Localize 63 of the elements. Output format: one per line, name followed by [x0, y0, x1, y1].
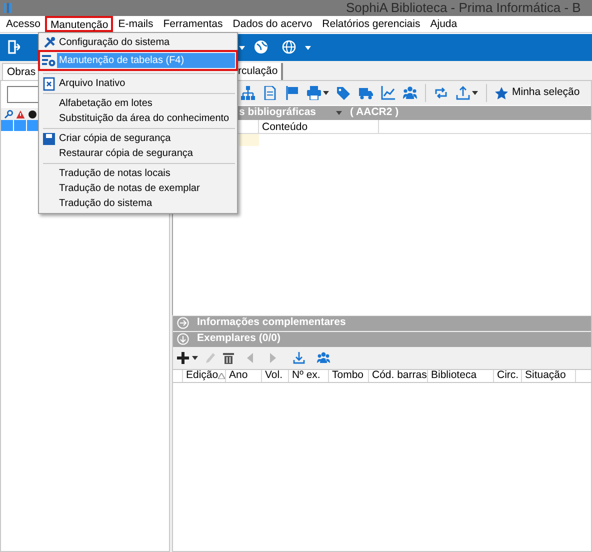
exit-door-icon[interactable]: [8, 40, 20, 54]
window-title: SophiA Biblioteca - Prima Informática - B: [346, 0, 581, 16]
menu-item[interactable]: Criar cópia de segurança: [57, 131, 235, 146]
warning-icon: [16, 110, 25, 118]
chart-icon[interactable]: [381, 86, 395, 100]
document-icon[interactable]: [263, 86, 277, 100]
column-header[interactable]: Nº ex.: [289, 370, 329, 382]
ball-icon[interactable]: [254, 40, 268, 54]
menu-item[interactable]: Relatórios gerenciais: [317, 16, 426, 32]
books-icon: [3, 2, 15, 14]
dot-icon: [28, 110, 37, 118]
caret-icon[interactable]: [192, 356, 198, 360]
my-selection-button[interactable]: Minha seleção: [495, 85, 580, 101]
menu-item[interactable]: Substituição da área do conhecimento: [57, 111, 235, 126]
archive-icon: [43, 76, 55, 90]
caret-icon[interactable]: [305, 46, 311, 50]
menu-item[interactable]: Tradução de notas locais: [57, 166, 235, 181]
menu-item[interactable]: Configuração do sistema: [57, 35, 235, 50]
star-icon: [495, 86, 508, 100]
sort-arrow-icon: [218, 372, 226, 378]
menu-item[interactable]: E-mails: [113, 16, 158, 32]
menu-item[interactable]: Tradução do sistema: [57, 196, 235, 211]
menu-item[interactable]: Manutenção: [45, 16, 114, 32]
menu-item[interactable]: Tradução de notas de exemplar: [57, 181, 235, 196]
column-header[interactable]: Biblioteca: [428, 370, 494, 382]
caret-icon[interactable]: [472, 91, 478, 95]
caret-icon[interactable]: [323, 91, 329, 95]
grid-cell[interactable]: [239, 134, 259, 146]
column-header[interactable]: Edição: [183, 370, 226, 382]
printer-icon[interactable]: [307, 86, 321, 100]
download-icon[interactable]: [293, 352, 305, 364]
column-header[interactable]: Vol.: [262, 370, 289, 382]
upload-icon[interactable]: [456, 86, 470, 100]
column-header[interactable]: Tombo: [329, 370, 369, 382]
trash-icon[interactable]: [223, 352, 234, 364]
people-icon[interactable]: [317, 352, 330, 363]
menu-item[interactable]: Ajuda: [425, 16, 462, 32]
refresh-icon[interactable]: [434, 86, 448, 100]
menu-item[interactable]: Alfabetação em lotes: [57, 96, 235, 111]
column-header[interactable]: Conteúdo: [259, 120, 379, 133]
column-header[interactable]: Cód. barras: [369, 370, 428, 382]
column-header[interactable]: Ano: [226, 370, 262, 382]
column-header[interactable]: Situação: [522, 370, 576, 382]
people-icon[interactable]: [403, 86, 417, 100]
menu-item[interactable]: Ferramentas: [158, 16, 228, 32]
globe-icon[interactable]: [282, 40, 296, 54]
menu-item[interactable]: Acesso: [1, 16, 46, 32]
hierarchy-icon[interactable]: [241, 86, 255, 100]
tab[interactable]: Obras: [2, 63, 41, 80]
table-gear-icon: [42, 54, 56, 67]
truck-icon[interactable]: [359, 86, 373, 100]
caret-icon[interactable]: [239, 46, 245, 50]
menu-item[interactable]: Dados do acervo: [228, 16, 318, 32]
details-label: s bibliográficas: [239, 105, 316, 120]
flag-icon[interactable]: [285, 86, 299, 100]
menu-item[interactable]: Restaurar cópia de segurança: [57, 146, 235, 161]
tools-icon: [42, 36, 56, 49]
tag-icon[interactable]: [337, 86, 351, 100]
column-header[interactable]: Circ.: [494, 370, 522, 382]
standard-label: ( AACR2 ): [350, 105, 399, 120]
plus-icon[interactable]: [177, 352, 189, 364]
right-arrow-icon[interactable]: [177, 317, 189, 329]
down-arrow-icon[interactable]: [177, 333, 189, 345]
